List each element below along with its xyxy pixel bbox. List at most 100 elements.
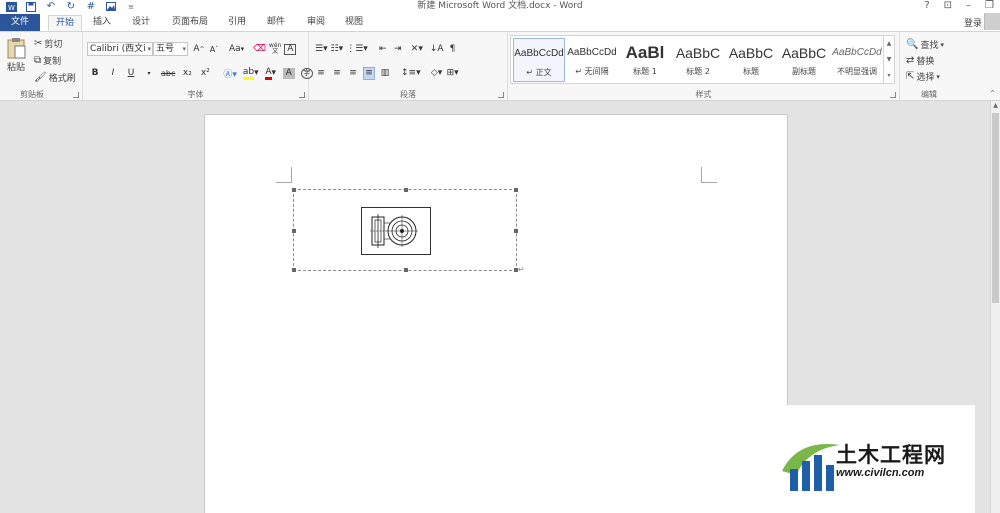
tab-mailings[interactable]: 邮件 xyxy=(260,15,292,31)
font-name-combo[interactable]: Calibri (西文i ▾ xyxy=(87,42,153,56)
tab-file[interactable]: 文件 xyxy=(0,14,40,31)
styles-gallery-scroll[interactable]: ▲ ▼ ▾ xyxy=(884,35,895,84)
replace-button[interactable]: ⇄ 替换 xyxy=(906,54,934,67)
resize-handle-nw[interactable] xyxy=(292,188,296,192)
cursor-icon: ⇱ xyxy=(906,71,915,82)
italic-button[interactable]: I xyxy=(107,67,119,80)
resize-handle-e[interactable] xyxy=(514,229,518,233)
font-size-combo[interactable]: 五号 ▾ xyxy=(153,42,188,56)
show-marks-icon[interactable]: ¶ xyxy=(447,43,459,56)
shading-icon[interactable]: ◇▾ xyxy=(431,67,443,80)
style-sample: AaBbC xyxy=(675,45,721,61)
change-case-button[interactable]: Aa ▾ xyxy=(229,43,244,56)
sort-icon[interactable]: ↓A xyxy=(430,43,444,56)
increase-indent-icon[interactable]: ⇥ xyxy=(392,43,404,56)
vertical-scrollbar[interactable]: ▲ xyxy=(990,101,1000,513)
underline-button[interactable]: U xyxy=(125,67,137,80)
find-button[interactable]: 🔍 查找 ▾ xyxy=(906,38,944,51)
tab-page-layout[interactable]: 页面布局 xyxy=(166,15,214,31)
style-heading-1[interactable]: AaBl 标题 1 xyxy=(619,38,671,82)
resize-handle-ne[interactable] xyxy=(514,188,518,192)
decrease-indent-icon[interactable]: ⇤ xyxy=(377,43,389,56)
shrink-font-icon[interactable]: Aˇ xyxy=(208,43,220,56)
distributed-icon[interactable]: ▥ xyxy=(379,67,391,80)
chinese-layout-icon[interactable]: ✕▾ xyxy=(411,43,423,56)
resize-handle-n[interactable] xyxy=(404,188,408,192)
restore-button[interactable]: ❐ xyxy=(985,0,994,12)
cad-drawing-image[interactable] xyxy=(361,207,431,255)
resize-handle-w[interactable] xyxy=(292,229,296,233)
avatar[interactable] xyxy=(984,13,1000,30)
clipboard-group: 粘贴 ✂ 剪切 ⧉ 复制 🖌 格式刷 剪贴板 xyxy=(0,32,83,101)
styles-launcher-icon[interactable] xyxy=(890,92,896,98)
find-label: 查找 xyxy=(920,41,939,51)
clear-formatting-icon[interactable]: ⌫ xyxy=(253,43,266,56)
mechanical-drawing-icon xyxy=(370,214,418,248)
style-subtitle[interactable]: AaBbC 副标题 xyxy=(778,38,830,82)
line-spacing-icon[interactable]: ↕≡▾ xyxy=(401,67,421,80)
minimize-button[interactable]: – xyxy=(966,0,971,12)
character-shading-icon[interactable]: A xyxy=(282,67,295,79)
scroll-up-icon[interactable]: ▲ xyxy=(991,101,1000,111)
selected-object-frame[interactable] xyxy=(292,188,518,272)
resize-handle-s[interactable] xyxy=(404,268,408,272)
numbering-icon[interactable]: ☷▾ xyxy=(331,43,344,56)
align-center-icon[interactable]: ≡ xyxy=(331,67,343,80)
sign-in-link[interactable]: 登录 xyxy=(964,16,982,29)
tab-references[interactable]: 引用 xyxy=(222,15,252,31)
ribbon-display-options-button[interactable]: ⊡ xyxy=(944,0,952,12)
resize-handle-sw[interactable] xyxy=(292,268,296,272)
document-page[interactable]: ↵ xyxy=(204,114,788,513)
phonetic-guide-icon[interactable]: wén 文 xyxy=(269,43,281,56)
tab-insert[interactable]: 插入 xyxy=(86,15,118,31)
style-sample: AaBbCcDd xyxy=(832,47,882,58)
chevron-up-icon[interactable]: ▲ xyxy=(884,36,894,52)
collapse-ribbon-icon[interactable]: ⌃ xyxy=(989,89,996,98)
align-right-icon[interactable]: ≡ xyxy=(347,67,359,80)
margin-corner-top-right xyxy=(701,167,717,183)
chevron-down-icon[interactable]: ▼ xyxy=(884,52,894,68)
style-subtle-emphasis[interactable]: AaBbCcDd 不明显强调 xyxy=(831,38,883,82)
align-left-icon[interactable]: ≡ xyxy=(315,67,327,80)
select-button[interactable]: ⇱ 选择 ▾ xyxy=(906,70,940,83)
tab-view[interactable]: 视图 xyxy=(338,15,370,31)
font-color-icon[interactable]: A ▾ xyxy=(265,67,277,80)
tab-review[interactable]: 审阅 xyxy=(300,15,332,31)
style-title[interactable]: AaBbC 标题 xyxy=(725,38,777,82)
cut-button[interactable]: ✂ 剪切 xyxy=(34,37,62,50)
bold-button[interactable]: B xyxy=(89,67,101,80)
format-painter-button[interactable]: 🖌 格式刷 xyxy=(34,71,76,84)
clipboard-launcher-icon[interactable] xyxy=(73,92,79,98)
subscript-button[interactable]: x₂ xyxy=(181,67,193,80)
font-group: Calibri (西文i ▾ 五号 ▾ A ^ Aˇ Aa ▾ ⌫ wén 文 A B I… xyxy=(83,32,313,101)
borders-icon[interactable]: ⊞▾ xyxy=(447,67,459,80)
help-button[interactable]: ? xyxy=(924,0,929,12)
superscript-button[interactable]: x² xyxy=(199,67,211,80)
underline-dropdown-icon[interactable]: ▾ xyxy=(143,67,155,80)
highlight-color-icon[interactable]: ab ▾ xyxy=(242,67,259,80)
paste-button[interactable]: 粘贴 xyxy=(6,37,26,73)
tab-home[interactable]: 开始 xyxy=(48,15,82,31)
character-border-icon[interactable]: A xyxy=(284,43,297,55)
style-heading-2[interactable]: AaBbC 标题 2 xyxy=(672,38,724,82)
style-no-spacing[interactable]: AaBbCcDd ↵ 无间隔 xyxy=(566,38,618,82)
style-normal[interactable]: AaBbCcDd ↵ 正文 xyxy=(513,38,565,82)
paragraph-launcher-icon[interactable] xyxy=(498,92,504,98)
justify-icon[interactable]: ≡ xyxy=(363,66,375,80)
bullets-icon[interactable]: ☰▾ xyxy=(315,43,328,56)
ribbon: 粘贴 ✂ 剪切 ⧉ 复制 🖌 格式刷 剪贴板 Calibri (西文i ▾ 五号… xyxy=(0,31,1000,101)
multilevel-list-icon[interactable]: ⋮☰▾ xyxy=(346,43,368,56)
text-effects-icon[interactable]: Ⓐ▾ xyxy=(223,67,237,80)
tab-design[interactable]: 设计 xyxy=(124,15,158,31)
strikethrough-button[interactable]: abc xyxy=(161,67,175,80)
binoculars-icon: 🔍 xyxy=(906,39,919,50)
grow-font-icon[interactable]: A ^ xyxy=(193,43,205,56)
copy-button[interactable]: ⧉ 复制 xyxy=(34,54,61,67)
window-controls: ? ⊡ – ❐ xyxy=(924,0,994,12)
font-launcher-icon[interactable] xyxy=(299,92,305,98)
window-title: 新建 Microsoft Word 文档.docx - Word xyxy=(417,1,583,11)
style-name-text: 正文 xyxy=(535,68,552,77)
ribbon-tabs: 文件 开始 插入 设计 页面布局 引用 邮件 审阅 视图 登录 xyxy=(0,13,1000,31)
scrollbar-thumb[interactable] xyxy=(992,113,999,303)
more-icon[interactable]: ▾ xyxy=(884,68,894,84)
